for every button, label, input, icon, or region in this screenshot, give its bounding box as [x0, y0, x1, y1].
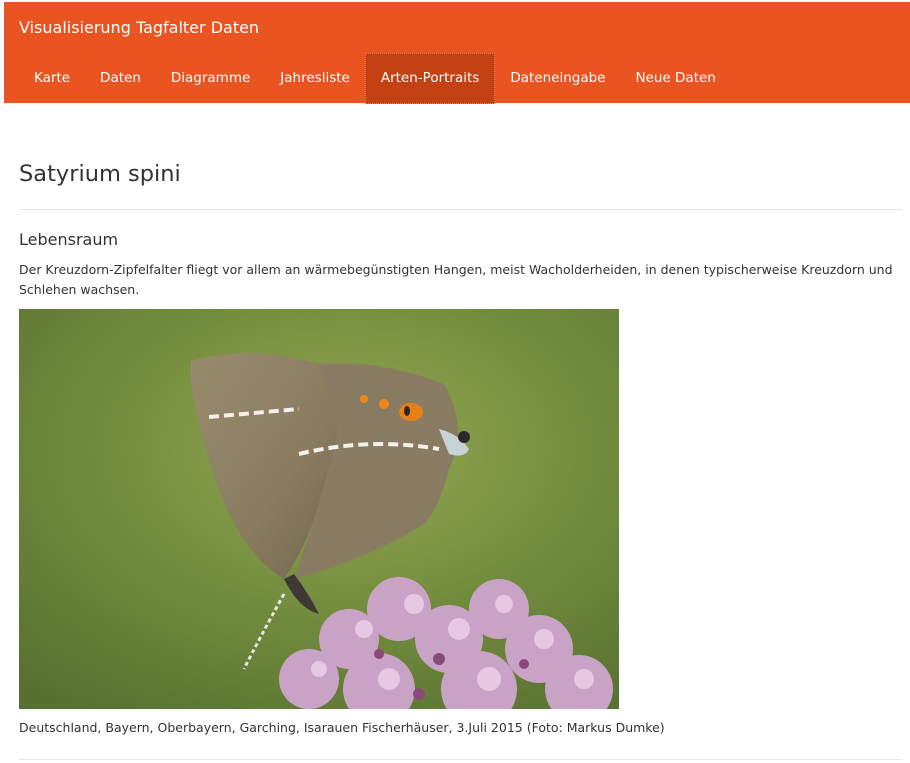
nav-item-karte[interactable]: Karte: [19, 53, 85, 104]
nav-item-daten[interactable]: Daten: [85, 53, 156, 104]
page-title: Satyrium spini: [19, 161, 181, 187]
habitat-description: Der Kreuzdorn-Zipfelfalter fliegt vor al…: [19, 262, 893, 297]
main-nav: Karte Daten Diagramme Jahresliste Arten-…: [19, 53, 731, 104]
navbar: Visualisierung Tagfalter Daten Karte Dat…: [4, 2, 910, 104]
butterfly-illustration: [19, 309, 619, 709]
nav-item-arten-portraits[interactable]: Arten-Portraits: [364, 53, 496, 104]
nav-item-dateneingabe[interactable]: Dateneingabe: [495, 53, 620, 104]
divider: [19, 209, 902, 210]
divider: [19, 759, 902, 760]
butterfly-photo: [19, 309, 619, 709]
nav-item-diagramme[interactable]: Diagramme: [156, 53, 265, 104]
photo-caption: Deutschland, Bayern, Oberbayern, Garchin…: [19, 720, 665, 735]
nav-item-neue-daten[interactable]: Neue Daten: [620, 53, 730, 104]
section-title: Lebensraum: [19, 230, 119, 249]
nav-item-jahresliste[interactable]: Jahresliste: [265, 53, 365, 104]
brand-link[interactable]: Visualisierung Tagfalter Daten: [19, 18, 259, 37]
